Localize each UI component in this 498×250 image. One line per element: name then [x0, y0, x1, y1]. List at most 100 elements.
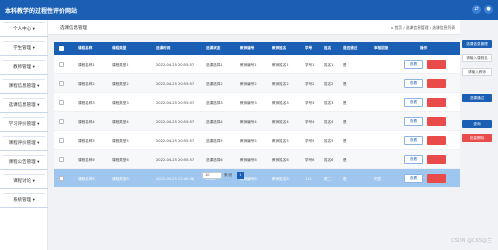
sidebar-item-course-eval[interactable]: 课程评价管理 ▾: [0, 136, 48, 151]
table-row[interactable]: 课程名称6 课程类型6 2022-04-25 20:55:57 选课选择6 教师编号6 教…: [54, 150, 460, 169]
content-header: 选课信息管理 ⌂ 首页 / 选课信息管理 / 选课信息列表: [48, 20, 460, 35]
table-cell: 教师编号1: [240, 62, 257, 67]
page-title: 选课信息管理: [60, 26, 87, 31]
column-header: 是否通过: [343, 46, 358, 50]
sidebar-item-enrollment[interactable]: 选课信息管理 ▾: [0, 98, 48, 113]
sidebar-item-courses[interactable]: 课程信息管理 ▾: [0, 79, 48, 94]
table-row[interactable]: 课程名称5 课程类型5 2022-04-25 20:55:57 选课选择5 教师编号5 教…: [54, 131, 460, 150]
table-row[interactable]: 课程名称2 课程类型2 2022-04-25 20:55:57 选课选择2 教师编号2 教…: [54, 74, 460, 93]
table-cell: 是: [343, 157, 347, 162]
table-cell: 课程名称5: [78, 138, 95, 143]
table-cell: 课程类型5: [112, 138, 129, 143]
table-cell: 课程名称6: [78, 157, 95, 162]
column-header: 操作: [420, 46, 428, 50]
table-cell: 学号3: [305, 100, 315, 105]
table-cell: 课程类型6: [112, 157, 129, 162]
table-cell: 姓名6: [324, 157, 334, 162]
sidebar: 个人中心 ▾ 学生管理 ▾ 教师管理 ▾ 课程信息管理 ▾ 选课信息管理 ▾ 学…: [0, 20, 48, 250]
row-checkbox[interactable]: [59, 81, 64, 86]
table-cell: 教师编号4: [240, 119, 257, 124]
enrollment-management-button[interactable]: 选课信息管理: [462, 40, 492, 48]
sidebar-item-teachers[interactable]: 教师管理 ▾: [0, 60, 48, 75]
table-cell: 课程类型4: [112, 119, 129, 124]
table-cell: 课程名称3: [78, 100, 95, 105]
table-row[interactable]: 课程名称1 课程类型1 2022-04-25 20:55:57 选课选择1 教师编号1 教…: [54, 55, 460, 74]
search-button[interactable]: 查询: [462, 120, 492, 128]
select-all-checkbox[interactable]: [59, 46, 64, 51]
top-bar: 本科教学的过程性评价网站 ⇄ ●: [0, 0, 498, 20]
column-header: 学号: [305, 46, 313, 50]
course-name-search-input[interactable]: 请输入课程名: [462, 54, 492, 62]
view-button[interactable]: 查看: [404, 79, 423, 88]
table-row[interactable]: 课程名称4 课程类型4 2022-04-25 20:55:57 选课选择4 教师编号4 教…: [54, 112, 460, 131]
pagination: 10 条/页 1: [54, 170, 460, 180]
table-cell: 姓名1: [324, 62, 334, 67]
row-checkbox[interactable]: [59, 157, 64, 162]
column-header: 姓名: [324, 46, 332, 50]
table-cell: 选课选择5: [206, 138, 223, 143]
column-header: 审核回复: [374, 46, 389, 50]
table-cell: 课程类型2: [112, 81, 129, 86]
table-cell: 教师编号3: [240, 100, 257, 105]
table-cell: 学号2: [305, 81, 315, 86]
table-cell: 教师编号5: [240, 138, 257, 143]
table-cell: 选课选择1: [206, 62, 223, 67]
view-button[interactable]: 查看: [404, 117, 423, 126]
view-button[interactable]: 查看: [404, 136, 423, 145]
sidebar-item-announcements[interactable]: 课程公告管理 ▾: [0, 155, 48, 170]
delete-button[interactable]: [427, 98, 446, 107]
sidebar-item-students[interactable]: 学生管理 ▾: [0, 41, 48, 56]
column-header: 教师姓名: [272, 46, 287, 50]
watermark: CSDN @CKS@兰: [451, 238, 492, 244]
table-cell: 教师姓名4: [272, 119, 289, 124]
sidebar-item-system[interactable]: 系统管理 ▾: [0, 193, 48, 208]
column-header: 选课时间: [156, 46, 171, 50]
breadcrumb[interactable]: ⌂ 首页 / 选课信息管理 / 选课信息列表: [391, 25, 455, 31]
view-button[interactable]: 查看: [404, 60, 423, 69]
table-cell: 教师姓名6: [272, 157, 289, 162]
delete-button[interactable]: [427, 117, 446, 126]
sidebar-item-learning-eval[interactable]: 学习评价管理 ▾: [0, 117, 48, 132]
enrollment-pass-button[interactable]: 选课通过: [462, 94, 492, 102]
table-cell: 选课选择2: [206, 81, 223, 86]
table-cell: 课程类型1: [112, 62, 129, 67]
table-row[interactable]: 课程名称3 课程类型3 2022-04-25 20:55:57 选课选择3 教师编号3 教…: [54, 93, 460, 112]
row-checkbox[interactable]: [59, 62, 64, 67]
user-avatar-icon[interactable]: ●: [484, 5, 493, 14]
row-checkbox[interactable]: [59, 138, 64, 143]
row-checkbox[interactable]: [59, 119, 64, 124]
delete-button[interactable]: [427, 155, 446, 164]
sidebar-item-personal-center[interactable]: 个人中心 ▾: [0, 22, 48, 37]
delete-button[interactable]: [427, 60, 446, 69]
table-cell: 2022-04-25 20:55:57: [156, 81, 195, 86]
table-cell: 教师姓名5: [272, 138, 289, 143]
view-button[interactable]: 查看: [404, 98, 423, 107]
share-icon[interactable]: ⇄: [472, 5, 481, 14]
table-cell: 选课选择3: [206, 100, 223, 105]
app-title: 本科教学的过程性评价网站: [5, 8, 78, 15]
row-checkbox[interactable]: [59, 100, 64, 105]
table-cell: 姓名2: [324, 81, 334, 86]
current-page-button[interactable]: 1: [237, 172, 244, 179]
table-cell: 姓名4: [324, 119, 334, 124]
table-cell: 2022-04-25 20:55:57: [156, 157, 195, 162]
column-header: 课程名称: [78, 46, 93, 50]
table-cell: 课程名称2: [78, 81, 95, 86]
sidebar-item-discussion[interactable]: 课程讨论 ▾: [0, 174, 48, 189]
table-cell: 教师姓名1: [272, 62, 289, 67]
delete-button[interactable]: [427, 136, 446, 145]
table-cell: 姓名3: [324, 100, 334, 105]
table-cell: 教师编号6: [240, 157, 257, 162]
delete-button[interactable]: [427, 79, 446, 88]
table-cell: 2022-04-25 20:55:57: [156, 62, 195, 67]
batch-delete-button[interactable]: 批量删除: [462, 134, 492, 142]
table-cell: 是: [343, 138, 347, 143]
table-cell: 课程名称4: [78, 119, 95, 124]
table-cell: 是: [343, 119, 347, 124]
view-button[interactable]: 查看: [404, 155, 423, 164]
table-cell: 学号4: [305, 119, 315, 124]
column-header: 教师编号: [240, 46, 255, 50]
page-size-select[interactable]: 10: [202, 172, 222, 179]
enrollment-table: 课程名称 课程类型 选课时间 选课状态 教师编号 教师姓名 学号 姓名 是否通过…: [54, 42, 460, 188]
teacher-search-input[interactable]: 请输入教师: [462, 68, 492, 76]
